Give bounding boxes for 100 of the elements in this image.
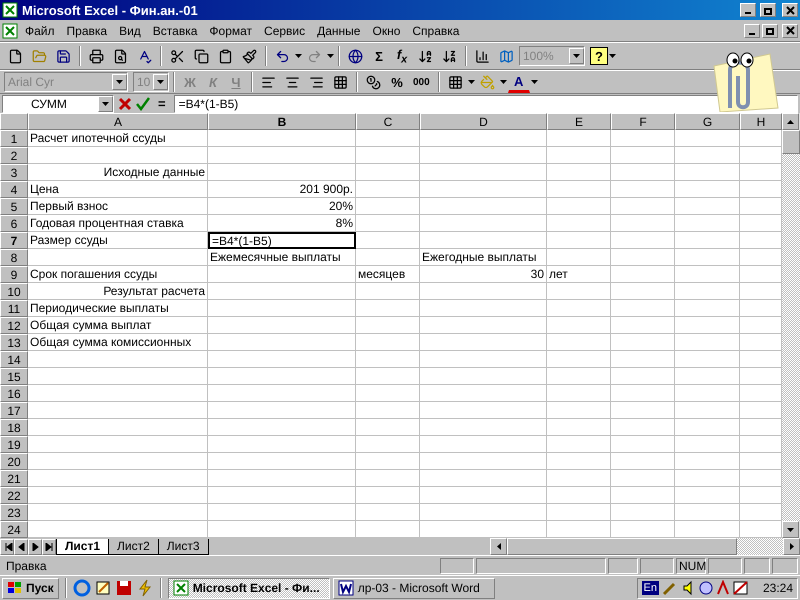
menu-item[interactable]: Файл (20, 24, 60, 38)
column-header[interactable]: B (208, 113, 356, 130)
language-indicator[interactable]: En (642, 581, 659, 595)
name-box[interactable]: СУММ (2, 94, 114, 112)
row-header[interactable]: 5 (0, 198, 28, 215)
row-header[interactable]: 21 (0, 470, 28, 487)
row-header[interactable]: 23 (0, 504, 28, 521)
horizontal-scrollbar[interactable] (490, 538, 800, 555)
row-header[interactable]: 22 (0, 487, 28, 504)
table-cell (547, 164, 611, 181)
equals-button[interactable]: = (154, 96, 170, 111)
menu-item[interactable]: Сервис (259, 24, 310, 38)
close-button[interactable] (782, 3, 798, 17)
table-cell (547, 198, 611, 215)
close-button[interactable] (782, 24, 798, 38)
row-header[interactable]: 11 (0, 300, 28, 317)
table-cell (356, 402, 420, 419)
row-header[interactable]: 18 (0, 419, 28, 436)
row-header[interactable]: 13 (0, 334, 28, 351)
menu-item[interactable]: Справка (407, 24, 464, 38)
row-header[interactable]: 20 (0, 453, 28, 470)
column-header[interactable]: A (28, 113, 208, 130)
function-button[interactable]: f$_{x}$ (391, 45, 413, 67)
menu-item[interactable]: Окно (367, 24, 406, 38)
row-header[interactable]: 6 (0, 215, 28, 232)
autosum-button[interactable]: Σ (368, 45, 390, 67)
tray-icons-drawing[interactable] (662, 580, 750, 596)
scroll-up-button[interactable] (782, 113, 799, 130)
notepad-icon[interactable] (94, 579, 112, 597)
table-cell (675, 215, 740, 232)
column-header[interactable]: F (611, 113, 675, 130)
align-right-icon (309, 74, 324, 90)
table-cell (356, 385, 420, 402)
scroll-down-button[interactable] (782, 521, 799, 538)
scroll-left-button[interactable] (490, 538, 507, 555)
row-header[interactable]: 17 (0, 402, 28, 419)
formula-field[interactable]: =B4*(1-B5) (174, 94, 798, 112)
dropdown-arrow-icon (530, 80, 538, 84)
sheet-tab[interactable]: Лист3 (158, 538, 209, 554)
select-all-corner[interactable] (0, 113, 28, 130)
menu-item[interactable]: Вставка (148, 24, 202, 38)
paste-icon (218, 48, 233, 64)
sheet-navigation-button[interactable] (28, 538, 42, 554)
table-cell (611, 249, 675, 266)
row-header[interactable]: 19 (0, 436, 28, 453)
table-cell (547, 249, 611, 266)
table-cell (611, 130, 675, 147)
scroll-right-button[interactable] (783, 538, 800, 555)
row-header[interactable]: 12 (0, 317, 28, 334)
status-panel (772, 558, 798, 574)
scroll-thumb[interactable] (782, 130, 800, 154)
table-cell: Размер ссуды (28, 232, 208, 249)
column-header[interactable]: C (356, 113, 420, 130)
row-header[interactable]: 2 (0, 147, 28, 164)
sheet-navigation-button[interactable] (42, 538, 56, 554)
help-button[interactable]: ? (590, 47, 608, 65)
scroll-thumb[interactable] (507, 538, 737, 555)
cancel-icon[interactable] (118, 96, 132, 110)
menu-item[interactable]: Вид (114, 24, 146, 38)
start-button[interactable]: Пуск (2, 578, 59, 598)
row-header[interactable]: 16 (0, 385, 28, 402)
column-header[interactable]: D (420, 113, 547, 130)
minimize-button[interactable] (744, 24, 760, 38)
maximize-button[interactable] (760, 3, 776, 17)
row-header[interactable]: 14 (0, 351, 28, 368)
printer-icon (89, 48, 104, 64)
table-cell (547, 368, 611, 385)
minimize-icon (744, 12, 752, 14)
row-header[interactable]: 8 (0, 249, 28, 266)
table-cell (611, 334, 675, 351)
column-header[interactable]: E (547, 113, 611, 130)
row-header[interactable]: 15 (0, 368, 28, 385)
column-header[interactable]: H (740, 113, 782, 130)
menu-item[interactable]: Данные (312, 24, 366, 38)
taskbar-button[interactable]: лр-03 - Microsoft Word (332, 578, 495, 598)
sheet-navigation-button[interactable] (14, 538, 28, 554)
table-cell: Ежегодные выплаты (420, 249, 547, 266)
row-header[interactable]: 4 (0, 181, 28, 198)
up-arrow-icon (787, 120, 794, 124)
taskbar-button[interactable]: Microsoft Excel - Фи... (168, 578, 330, 598)
table-cell (547, 232, 611, 249)
sheet-tab[interactable]: Лист2 (108, 538, 159, 554)
row-header[interactable]: 10 (0, 283, 28, 300)
row-header[interactable]: 7 (0, 232, 28, 249)
column-header[interactable]: G (675, 113, 740, 130)
sheet-tab[interactable]: Лист1 (56, 538, 110, 554)
table-cell (675, 317, 740, 334)
sheet-navigation-button[interactable] (0, 538, 14, 554)
percent-button[interactable]: % (386, 71, 408, 93)
row-header[interactable]: 24 (0, 521, 28, 538)
checkmark-icon[interactable] (136, 96, 150, 110)
menu-item[interactable]: Формат (204, 24, 258, 38)
thousands-button[interactable]: 000 (409, 71, 434, 93)
row-header[interactable]: 3 (0, 164, 28, 181)
minimize-button[interactable] (740, 3, 756, 17)
undo-icon (275, 48, 290, 64)
menu-item[interactable]: Правка (62, 24, 112, 38)
row-header[interactable]: 1 (0, 130, 28, 147)
restore-button[interactable] (762, 24, 778, 38)
row-header[interactable]: 9 (0, 266, 28, 283)
